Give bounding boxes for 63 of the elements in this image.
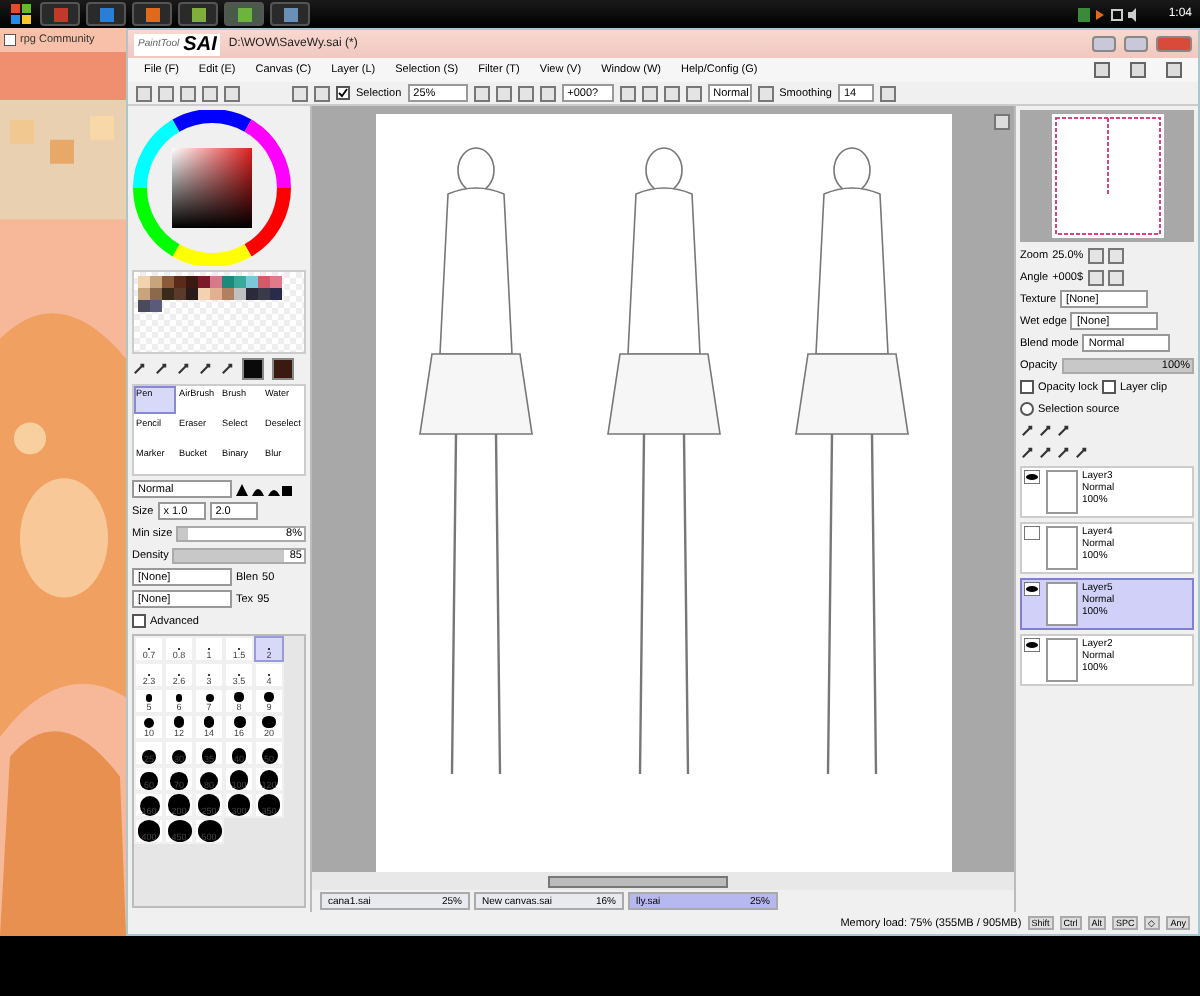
sub-color[interactable] [272,358,294,380]
color-swatch[interactable] [138,288,150,300]
stabilizer-button[interactable] [757,85,774,101]
color-swatch[interactable] [222,276,234,288]
color-swatch[interactable] [234,276,246,288]
start-orb-icon[interactable] [8,2,34,26]
eye-icon[interactable] [1024,470,1040,484]
page-icon [4,34,16,46]
color-swatch[interactable] [186,276,198,288]
color-swatch[interactable] [138,300,150,312]
color-swatch[interactable] [258,288,270,300]
color-swatch[interactable] [186,288,198,300]
taskbar-app-button[interactable] [86,2,126,26]
layer-thumbnail [1046,638,1078,682]
color-swatch[interactable] [210,276,222,288]
opacity-lock-checkbox[interactable] [1020,380,1034,394]
main-color[interactable] [242,358,264,380]
color-swatch[interactable] [198,288,210,300]
layer-clip-checkbox[interactable] [1101,380,1116,394]
color-swatch[interactable] [258,276,270,288]
eye-icon[interactable] [1024,582,1040,596]
layer-thumbnail [1046,526,1078,570]
taskbar-app-button[interactable] [224,2,264,26]
horizontal-scrollbar[interactable] [312,872,1014,890]
layer-thumbnail [1046,470,1078,514]
color-swatch[interactable] [246,288,258,300]
color-swatch[interactable] [150,276,162,288]
close-button[interactable] [1166,62,1182,78]
color-swatch[interactable] [174,276,186,288]
zoom-in-button[interactable] [1107,247,1124,263]
color-swatch[interactable] [162,288,174,300]
restore-button[interactable] [1130,62,1146,78]
selection-source-radio[interactable] [1020,402,1034,416]
taskbar-app-button[interactable] [178,2,218,26]
taskbar-app-button[interactable] [132,2,172,26]
color-swatch[interactable] [162,276,174,288]
color-swatch[interactable] [270,288,282,300]
minimize-button[interactable] [1094,62,1110,78]
advanced-checkbox[interactable] [132,614,146,628]
eye-icon[interactable] [1024,638,1040,652]
color-swatch[interactable] [174,288,186,300]
taskbar-app-button[interactable] [270,2,310,26]
brush-shape-icons [236,482,292,496]
zoom-out-button[interactable] [1087,247,1104,263]
color-swatch[interactable] [138,276,150,288]
layer-thumbnail [1046,582,1078,626]
scroll-button[interactable] [994,114,1010,130]
tray-icons [1078,7,1139,21]
browser-toolbar [0,52,126,100]
color-swatch[interactable] [222,288,234,300]
color-swatch[interactable] [210,288,222,300]
selection-checkbox[interactable] [336,86,350,100]
color-swatch[interactable] [270,276,282,288]
color-swatch[interactable] [150,300,162,312]
color-swatch[interactable] [150,288,162,300]
maximize-button[interactable] [1124,36,1148,52]
color-wheel[interactable] [132,110,292,266]
color-swatch[interactable] [198,276,210,288]
visibility-toggle[interactable] [1024,526,1040,540]
minimize-button[interactable] [1092,36,1116,52]
color-swatch[interactable] [246,276,258,288]
dropdown-button[interactable] [879,85,896,101]
color-swatch[interactable] [234,288,246,300]
